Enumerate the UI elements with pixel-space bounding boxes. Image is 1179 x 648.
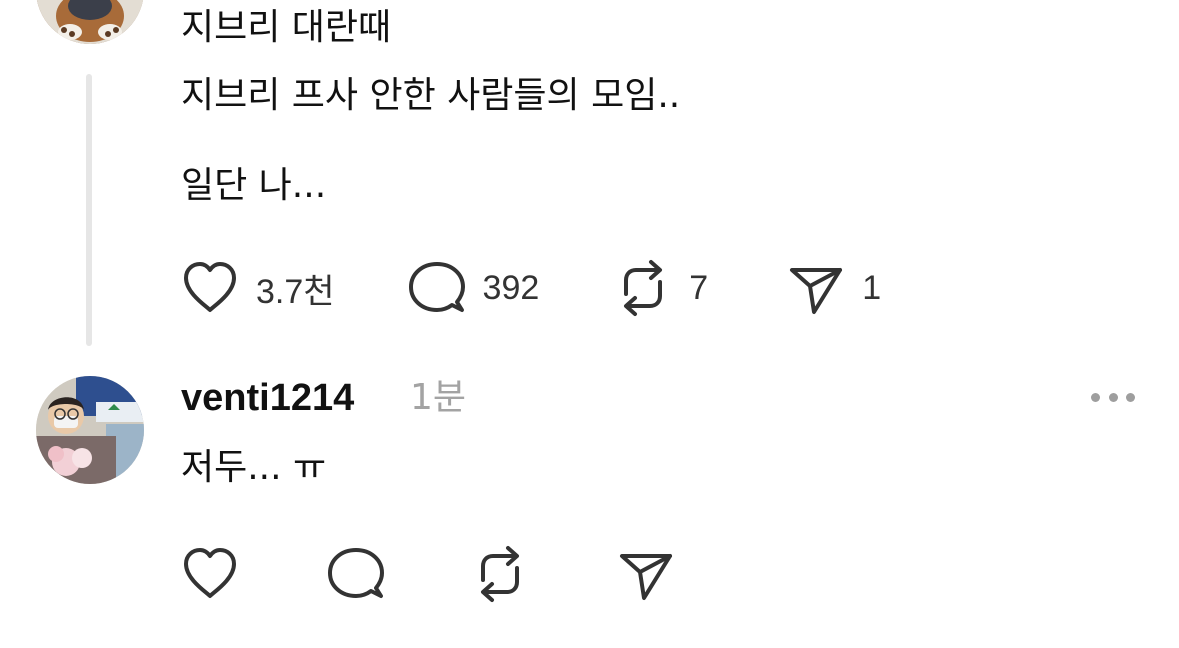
post-text-line-2: 지브리 프사 안한 사람들의 모임.. bbox=[181, 75, 681, 116]
reply-username[interactable]: venti1214 bbox=[181, 376, 354, 420]
comment-count: 392 bbox=[482, 268, 540, 307]
post-author-avatar[interactable] bbox=[36, 0, 144, 44]
heart-icon bbox=[184, 548, 236, 598]
reply-share-button[interactable] bbox=[616, 544, 676, 604]
more-options-button[interactable] bbox=[1091, 386, 1135, 408]
reply-action-bar bbox=[180, 544, 676, 604]
send-icon bbox=[620, 554, 672, 600]
share-button[interactable]: 1 bbox=[786, 258, 881, 318]
reply-repost-button[interactable] bbox=[470, 544, 530, 604]
thread-line bbox=[86, 74, 92, 346]
share-count: 1 bbox=[862, 268, 882, 307]
repost-button[interactable]: 7 bbox=[613, 258, 708, 318]
avatar-image bbox=[36, 376, 144, 484]
post-text-line-3: 일단 나... bbox=[181, 165, 327, 206]
repost-icon bbox=[481, 546, 519, 602]
reply-text: 저두... ㅠ bbox=[181, 447, 327, 488]
comment-bubble-icon bbox=[408, 262, 465, 312]
post-action-bar: 3.7천 392 7 1 bbox=[180, 258, 881, 318]
post-text-line-1: 지브리 대란때 bbox=[181, 7, 392, 48]
reply-like-button[interactable] bbox=[180, 544, 240, 604]
reply-comment-button[interactable] bbox=[326, 544, 386, 604]
reply-author-avatar[interactable] bbox=[36, 376, 144, 484]
heart-icon bbox=[184, 262, 236, 312]
more-dots-icon bbox=[1091, 392, 1100, 402]
repost-icon bbox=[624, 260, 663, 316]
comment-bubble-icon bbox=[328, 548, 384, 598]
avatar-image bbox=[36, 0, 144, 44]
send-icon bbox=[790, 268, 843, 314]
like-button[interactable]: 3.7천 bbox=[180, 258, 335, 318]
like-count: 3.7천 bbox=[256, 272, 335, 311]
reply-timestamp: 1분 bbox=[410, 377, 467, 418]
comment-button[interactable]: 392 bbox=[407, 258, 540, 318]
repost-count: 7 bbox=[689, 268, 709, 307]
